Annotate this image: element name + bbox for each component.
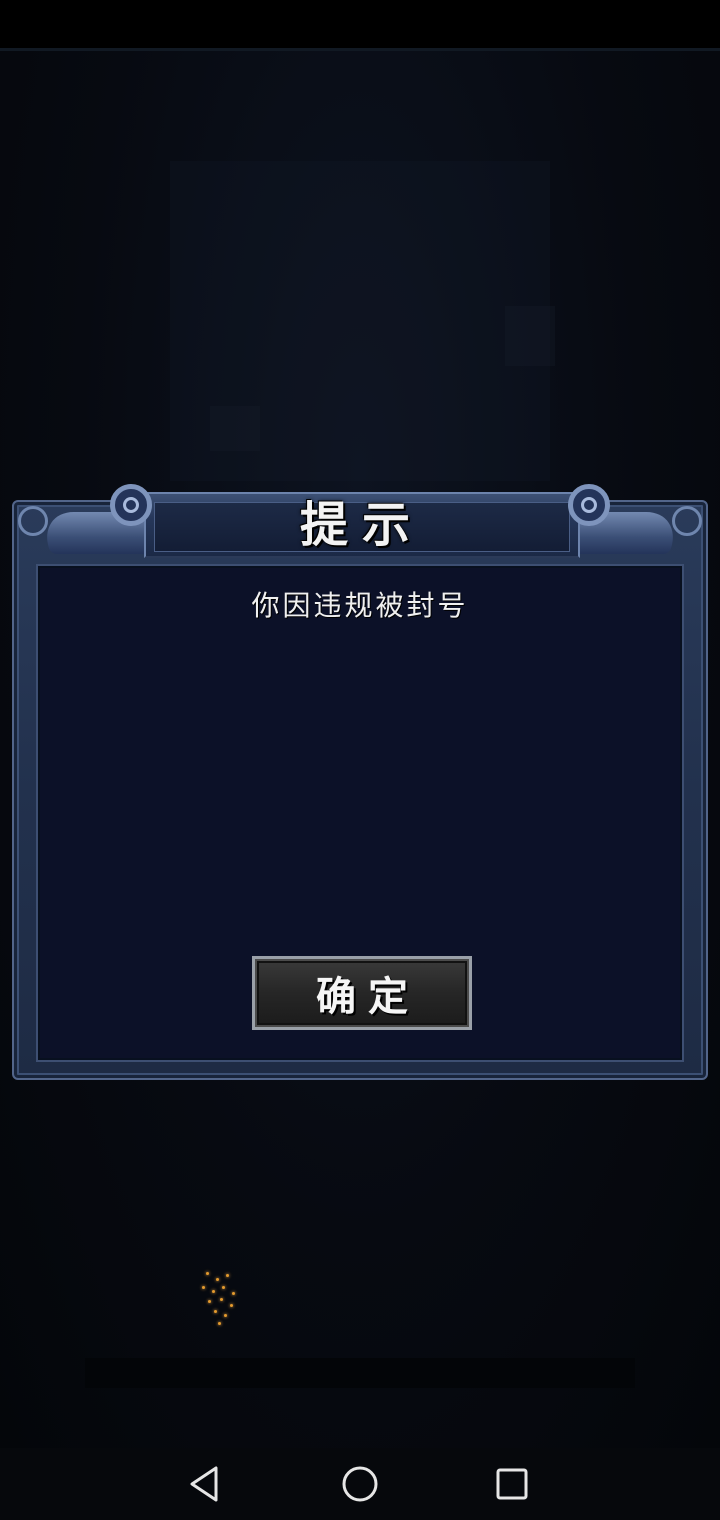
home-icon[interactable]	[340, 1464, 380, 1504]
background-shade	[210, 406, 260, 451]
corner-ornament	[672, 506, 702, 536]
status-bar	[0, 0, 720, 48]
dialog-message: 你因违规被封号	[251, 589, 469, 622]
dialog-content: 你因违规被封号 确定	[36, 564, 684, 1062]
screen: 提示 你因违规被封号 确定	[0, 0, 720, 1520]
background-bar	[85, 1358, 635, 1388]
background-shade	[505, 306, 555, 366]
title-plate: 提示	[144, 492, 580, 558]
scroll-ornament	[568, 484, 610, 526]
sparkle-effect	[196, 1268, 246, 1328]
recent-apps-icon[interactable]	[492, 1464, 532, 1504]
dialog-title: 提示	[299, 497, 424, 553]
corner-ornament	[18, 506, 48, 536]
scroll-ornament	[110, 484, 152, 526]
navigation-bar	[0, 1448, 720, 1520]
back-icon[interactable]	[186, 1464, 226, 1504]
alert-dialog: 提示 你因违规被封号 确定	[12, 484, 708, 1080]
confirm-button[interactable]: 确定	[252, 956, 472, 1030]
